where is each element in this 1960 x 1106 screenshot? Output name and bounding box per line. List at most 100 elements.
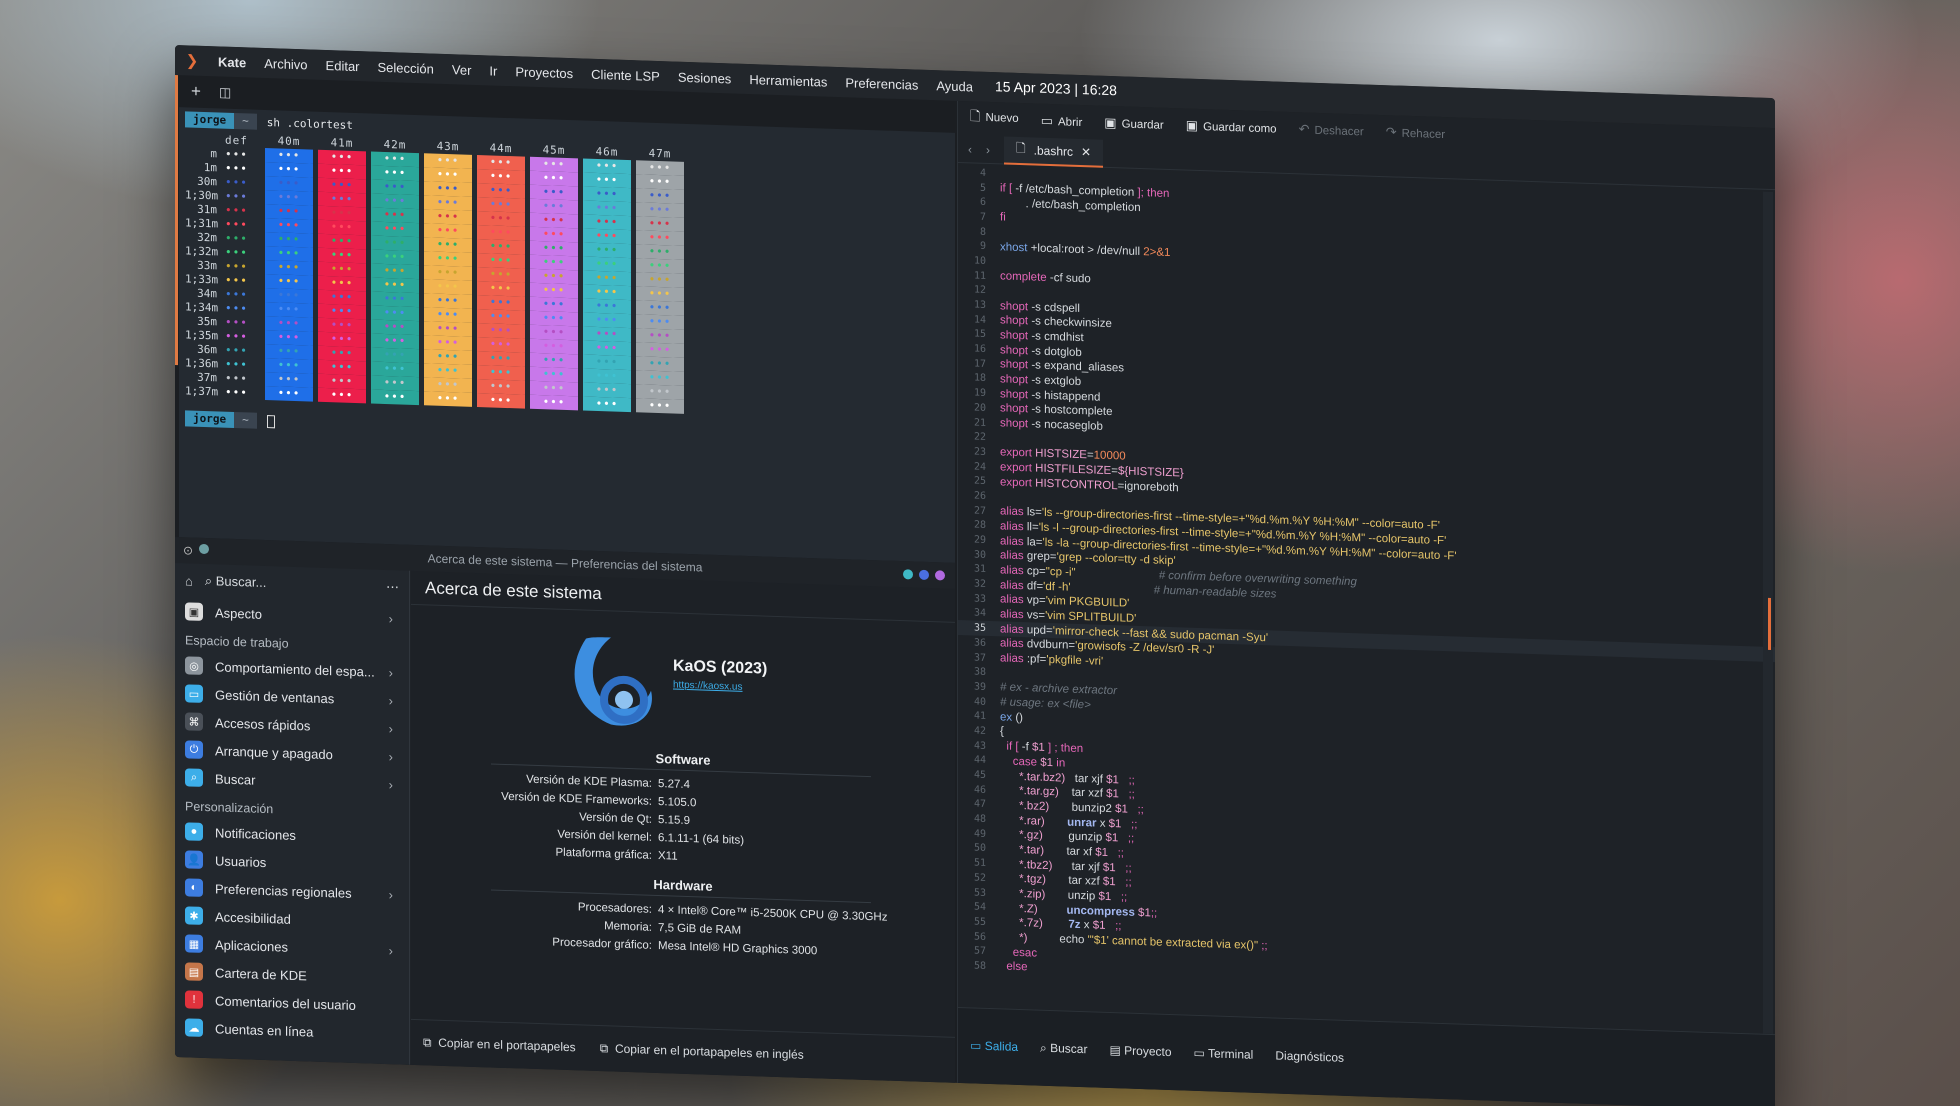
- tab-terminal[interactable]: ▭ Terminal: [1194, 1046, 1254, 1063]
- line-number: 20: [973, 402, 986, 414]
- line-number: 21: [973, 417, 986, 429]
- scroll-position-marker: [1768, 597, 1771, 650]
- chevron-right-icon: ›: [388, 776, 393, 792]
- code-token: *.rar): [1000, 813, 1045, 828]
- color-cell: •••: [636, 272, 684, 288]
- accent-bar: [175, 75, 178, 366]
- line-number: 39: [973, 681, 986, 693]
- code-token: -s histappend: [1031, 389, 1101, 404]
- save-button[interactable]: ▣ Guardar: [1104, 115, 1163, 133]
- code-token: -s dotglob: [1031, 345, 1082, 359]
- code-token: export: [1000, 461, 1036, 475]
- color-cell: •••: [225, 357, 248, 371]
- copy-button[interactable]: ⧉ Copiar en el portapapeles: [423, 1035, 576, 1055]
- color-header: 47m: [648, 146, 672, 161]
- info-value: 7,5 GiB de RAM: [658, 922, 742, 937]
- menu-herramientas[interactable]: Herramientas: [740, 71, 836, 90]
- tab-label: Proyecto: [1124, 1043, 1172, 1060]
- tab-salida[interactable]: ▭ Salida: [970, 1038, 1018, 1055]
- line-number: 40: [973, 696, 986, 708]
- code-token: ] ; then: [1044, 742, 1084, 756]
- code-token: *.gz): [1000, 828, 1043, 843]
- chevron-right-icon: ›: [388, 664, 393, 680]
- menu-sesiones[interactable]: Sesiones: [669, 69, 740, 86]
- line-number: 37: [973, 652, 986, 664]
- tab-proyecto[interactable]: ▤ Proyecto: [1109, 1043, 1171, 1060]
- color-cell: •••: [225, 203, 248, 217]
- tab-diagnosticos[interactable]: Diagnósticos: [1275, 1049, 1344, 1066]
- forward-arrow-icon[interactable]: ›: [986, 142, 990, 156]
- tab-buscar[interactable]: ⌕ Buscar: [1040, 1041, 1087, 1058]
- sidebar-item-label: Cartera de KDE: [215, 964, 307, 983]
- menu-preferencias[interactable]: Preferencias: [836, 74, 927, 92]
- line-content: else: [1000, 961, 1027, 974]
- split-view-icon[interactable]: ◫: [219, 84, 231, 100]
- code-token: vp=: [1026, 594, 1046, 608]
- chevron-right-icon: ›: [388, 610, 393, 626]
- line-number: 57: [973, 945, 986, 958]
- os-url-link[interactable]: https://kaosx.us: [673, 680, 742, 693]
- code-token: ls=: [1026, 506, 1042, 519]
- menu-more-icon[interactable]: ⋯: [386, 579, 399, 595]
- code-token: x: [1080, 919, 1093, 932]
- pin-icon[interactable]: [199, 543, 210, 555]
- save-as-button[interactable]: ▣ Guardar como: [1186, 118, 1277, 137]
- menu-app-name[interactable]: Kate: [209, 54, 255, 71]
- open-button[interactable]: ▭ Abrir: [1041, 113, 1083, 130]
- home-icon[interactable]: ⌂: [185, 573, 193, 588]
- close-button[interactable]: [935, 570, 945, 581]
- prompt-line: jorge ~ sh .colortest: [185, 111, 353, 133]
- code-token: alias: [1000, 564, 1027, 578]
- menu-editar[interactable]: Editar: [317, 57, 369, 74]
- code-token: # usage: ex <file>: [1000, 696, 1091, 712]
- menu-ir[interactable]: Ir: [480, 63, 506, 79]
- line-number: 26: [973, 490, 986, 502]
- menu-ver[interactable]: Ver: [443, 61, 481, 78]
- clock[interactable]: 15 Apr 2023 | 16:28: [995, 78, 1117, 98]
- row-label: 1;30m: [185, 187, 219, 202]
- code-token: HISTSIZE: [1035, 447, 1087, 462]
- code-token: alias: [1000, 534, 1027, 548]
- terminal[interactable]: jorge ~ sh .colortest def 40m 41m 42m 43m 44m…: [179, 107, 955, 563]
- new-tab-plus-icon[interactable]: +: [191, 82, 201, 102]
- minimize-button[interactable]: [903, 569, 913, 580]
- maximize-button[interactable]: [919, 569, 929, 581]
- line-number: 8: [979, 226, 986, 238]
- menu-archivo[interactable]: Archivo: [255, 55, 316, 72]
- tab-bashrc[interactable]: 🗋 .bashrc ✕: [1004, 136, 1104, 168]
- accessibility-icon: ✱: [185, 906, 203, 925]
- workspace-behavior-icon: ◎: [185, 656, 203, 675]
- code-token: HISTCONTROL: [1035, 477, 1118, 493]
- menu-ayuda[interactable]: Ayuda: [927, 77, 982, 94]
- back-arrow-icon[interactable]: ‹: [968, 142, 972, 156]
- line-number: 7: [979, 211, 986, 223]
- color-cell: •••: [636, 370, 684, 386]
- line-number: 31: [973, 563, 986, 576]
- code-token: shopt: [1000, 343, 1032, 358]
- line-content: case $1 in: [1000, 755, 1065, 770]
- code-token: -f: [1021, 741, 1032, 754]
- redo-button[interactable]: ↷ Rehacer: [1386, 124, 1445, 142]
- undo-button[interactable]: ↶ Deshacer: [1299, 121, 1364, 139]
- copy-english-button[interactable]: ⧉ Copiar en el portapapeles en inglés: [600, 1041, 804, 1063]
- search-input[interactable]: ⌕ Buscar...: [205, 573, 374, 595]
- code-token: 2>&1: [1143, 245, 1171, 259]
- terminal-icon: ▭: [1193, 1045, 1205, 1061]
- chevron-right-icon: ›: [388, 720, 393, 736]
- line-number: 54: [973, 901, 986, 914]
- chevron-right-icon: ›: [388, 692, 393, 708]
- code-token: shopt: [1000, 388, 1032, 402]
- sidebar-item-label: Gestión de ventanas: [215, 686, 335, 706]
- menu-proyectos[interactable]: Proyectos: [506, 63, 582, 81]
- close-tab-icon[interactable]: ✕: [1081, 145, 1091, 159]
- new-button[interactable]: 🗋 Nuevo: [970, 107, 1019, 131]
- menu-cliente-lsp[interactable]: Cliente LSP: [582, 66, 669, 84]
- code-editor[interactable]: 4 5 if [ -f /etc/bash_completion ]; then 6 …: [958, 164, 1775, 1035]
- code-token: $1: [1102, 876, 1116, 889]
- menu-seleccion[interactable]: Selección: [369, 59, 443, 76]
- code-token: if [: [1000, 182, 1016, 195]
- copy-icon: ⧉: [423, 1035, 432, 1050]
- prompt-dir: ~: [234, 112, 257, 130]
- code-token: shopt: [1000, 373, 1032, 387]
- code-token: $1: [1106, 788, 1119, 801]
